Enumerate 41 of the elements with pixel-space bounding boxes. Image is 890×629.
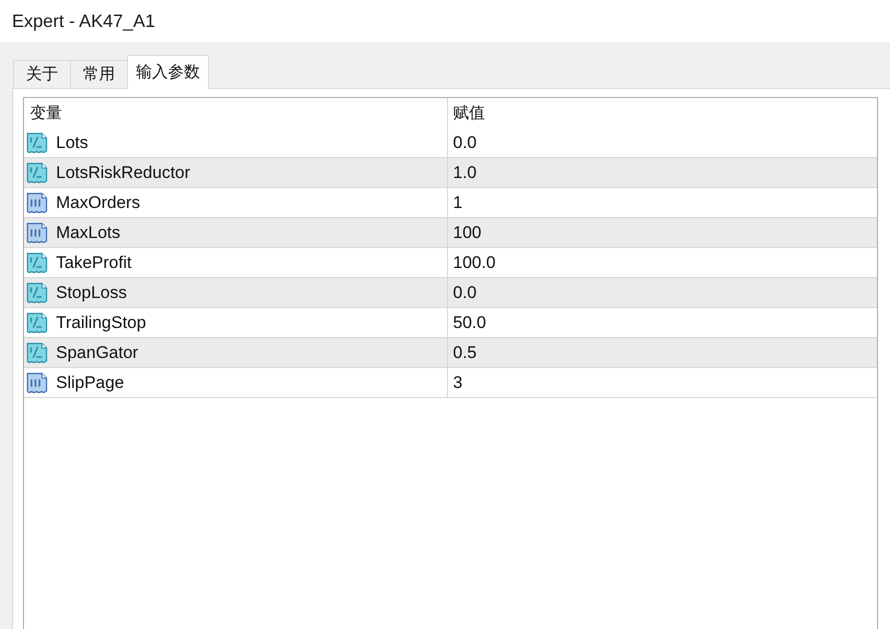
parameter-name: StopLoss [56, 282, 127, 302]
fraction-icon [26, 342, 48, 364]
table-row[interactable]: MaxOrders 1 [24, 188, 877, 218]
number-icon [26, 372, 48, 394]
fraction-icon [26, 162, 48, 184]
table-row[interactable]: Lots 0.0 [24, 128, 877, 158]
parameter-name: TrailingStop [56, 312, 146, 332]
parameter-value: 3 [453, 372, 462, 392]
parameter-name: MaxLots [56, 222, 120, 242]
parameter-value: 100.0 [453, 252, 496, 272]
parameter-name: MaxOrders [56, 192, 140, 212]
parameter-value: 0.5 [453, 342, 477, 362]
table-row[interactable]: TrailingStop 50.0 [24, 308, 877, 338]
fraction-icon [26, 312, 48, 334]
table-row[interactable]: TakeProfit 100.0 [24, 248, 877, 278]
number-icon [26, 192, 48, 214]
parameter-value: 50.0 [453, 312, 486, 332]
parameter-value: 0.0 [453, 132, 477, 152]
fraction-icon [26, 282, 48, 304]
parameter-value: 1.0 [453, 162, 477, 182]
table-row[interactable]: SpanGator 0.5 [24, 338, 877, 368]
parameter-value: 100 [453, 222, 482, 242]
column-header: 赋值 [453, 104, 485, 124]
fraction-icon [26, 132, 48, 154]
table-row[interactable]: MaxLots 100 [24, 218, 877, 248]
tab[interactable]: 输入参数 [127, 55, 209, 89]
parameter-value: 0.0 [453, 282, 477, 302]
parameter-name: SlipPage [56, 372, 124, 392]
window-title: Expert - AK47_A1 [12, 10, 156, 32]
fraction-icon [26, 252, 48, 274]
parameter-name: SpanGator [56, 342, 138, 362]
tab[interactable]: 关于 [13, 60, 71, 88]
parameter-name: TakeProfit [56, 252, 132, 272]
table-row[interactable]: LotsRiskReductor 1.0 [24, 158, 877, 188]
parameter-name: LotsRiskReductor [56, 162, 190, 182]
parameter-name: Lots [56, 132, 88, 152]
number-icon [26, 222, 48, 244]
table-row[interactable]: SlipPage 3 [24, 368, 877, 398]
table-row[interactable]: StopLoss 0.0 [24, 278, 877, 308]
column-header: 变量 [30, 104, 62, 124]
parameter-value: 1 [453, 192, 462, 212]
